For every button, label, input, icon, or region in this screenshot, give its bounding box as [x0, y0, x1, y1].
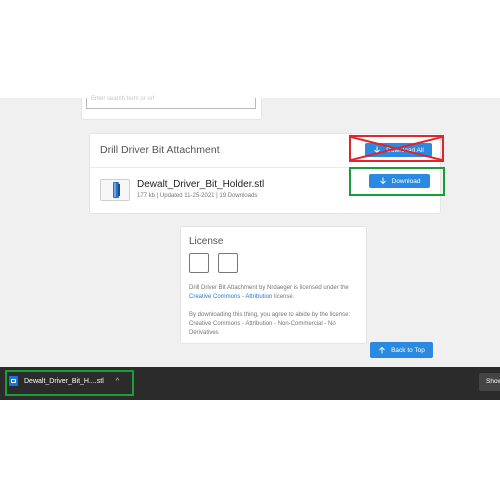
up-arrow-icon [379, 346, 385, 354]
license-text-pre: Drill Driver Bit Attachment by [189, 285, 266, 291]
license-text-post: is licensed under the [293, 285, 349, 291]
file-meta: 177 kb | Updated 11-25-2021 | 19 Downloa… [137, 193, 258, 199]
cc-attribution-icon [189, 253, 209, 273]
green-highlight-annotation [349, 167, 445, 196]
back-to-top-button[interactable]: Back to Top [370, 342, 433, 358]
license-author-link[interactable]: Nrdaeger [267, 285, 292, 291]
red-x-annotation [349, 135, 444, 162]
cc-noncommercial-icon [218, 253, 238, 273]
license-title: License [189, 236, 224, 247]
license-link[interactable]: Creative Commons - Attribution [189, 294, 272, 300]
green-highlight-annotation-download [5, 370, 134, 396]
red-x-icon [351, 137, 442, 160]
search-input[interactable]: Enter search term or url [86, 96, 256, 109]
search-input-text: Enter search term or url [91, 96, 155, 102]
stl-file-thumbnail [100, 179, 130, 201]
license-text-end: license. [274, 294, 295, 300]
show-all-button[interactable]: Show all [479, 373, 500, 391]
license-statement: Drill Driver Bit Attachment by Nrdaeger … [189, 284, 354, 302]
back-to-top-label: Back to Top [391, 346, 425, 354]
file-name: Dewalt_Driver_Bit_Holder.stl [137, 179, 265, 190]
thing-title: Drill Driver Bit Attachment [100, 144, 220, 156]
bit-holder-thumbnail-icon [113, 182, 120, 198]
license-agreement: By downloading this thing, you agree to … [189, 312, 351, 336]
